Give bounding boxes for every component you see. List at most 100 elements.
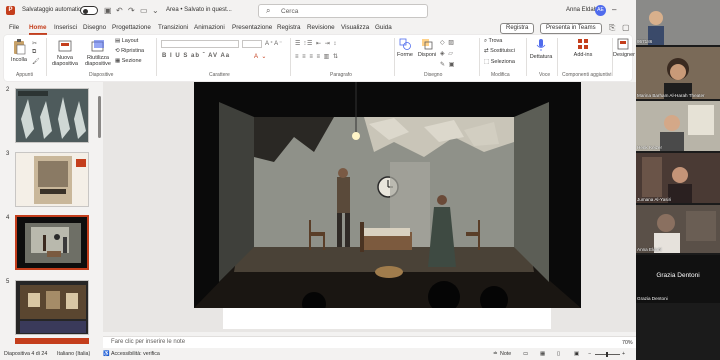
participants-panel: 957186 Marina Barham Al-Harah Theater He… [636, 0, 720, 360]
align-icons[interactable]: ≡ ≡ ≡ ≡ ▥ ⇅ [295, 53, 339, 60]
slide-sorter-icon[interactable]: ▦ [540, 351, 545, 357]
font-size-select[interactable] [242, 40, 262, 48]
slide-thumbnail-2[interactable] [15, 88, 89, 143]
layout-button[interactable]: ▤ Layout [115, 38, 138, 44]
participant-tile[interactable]: Henk Keizer [636, 101, 720, 151]
addins-button[interactable]: Add-ins [570, 38, 596, 58]
shape-effects-icon[interactable]: ✎ ▣ [440, 61, 455, 68]
replace-button[interactable]: ⇄ Sostituisci [484, 48, 515, 54]
avatar[interactable]: AE [595, 5, 606, 16]
tab-design[interactable]: Progettazione [112, 24, 151, 31]
shapes-label: Forme [397, 52, 413, 58]
tab-home[interactable]: Home [29, 24, 47, 35]
undo-icon[interactable]: ↶ [116, 6, 123, 15]
language-indicator[interactable]: Italiano (Italia) [57, 351, 90, 357]
notes-toggle[interactable]: Note [500, 351, 511, 357]
powerpoint-window: P Salvataggio automatico ▣ ↶ ↷ ▭ ⌄ Area … [0, 0, 636, 360]
find-button[interactable]: ⌕ Trova [484, 38, 502, 45]
participant-tile[interactable]: 957186 [636, 0, 720, 45]
paste-button[interactable]: Incolla [8, 39, 30, 63]
layout-label: Layout [121, 38, 139, 44]
minimize-icon[interactable]: – [612, 5, 616, 14]
group-paragraph-label: Paragrafo [330, 72, 352, 78]
designer-button[interactable]: Designer [613, 38, 635, 58]
reuse-slides-button[interactable]: Riutilizza diapositive [82, 39, 114, 67]
font-family-select[interactable] [161, 40, 239, 48]
slideshow-icon[interactable]: ▣ [574, 351, 579, 357]
user-name[interactable]: Anna Eldahl [566, 7, 598, 13]
zoom-level[interactable]: 70% [622, 340, 633, 346]
participant-tile[interactable]: Anna Eldahl [636, 205, 720, 253]
tab-draw[interactable]: Disegno [83, 24, 106, 31]
status-bar: Diapositiva 4 di 24 Italiano (Italia) ♿ … [0, 349, 636, 360]
share-icon[interactable]: ⎘ [609, 23, 615, 32]
font-style-icons[interactable]: B I U S ab ˇ AV Aa [162, 53, 230, 59]
stage-photo[interactable] [194, 82, 581, 308]
font-size-grow-icon[interactable]: A⁺A⁻ [265, 40, 283, 47]
tab-help[interactable]: Guida [375, 24, 392, 31]
arrange-label: Disponi [417, 52, 437, 58]
slide-thumbnail-3[interactable] [15, 152, 89, 207]
autosave-toggle[interactable] [80, 6, 98, 15]
zoom-slider-thumb[interactable] [606, 352, 608, 357]
format-painter-icon[interactable]: 🖌 [32, 58, 41, 65]
tab-file[interactable]: File [9, 24, 19, 31]
tab-review[interactable]: Revisione [307, 24, 335, 31]
slide-thumbnail-5[interactable] [15, 280, 89, 335]
document-title[interactable]: Area • Salvato in quest... [166, 7, 232, 13]
shape-fill-icon[interactable]: ◈ ▱ [440, 50, 454, 57]
record-button[interactable]: Registra [500, 23, 535, 34]
tab-insert[interactable]: Inserisci [54, 24, 77, 31]
participant-tile[interactable]: Jumana Al-Yasiri [636, 153, 720, 203]
tab-view[interactable]: Visualizza [341, 24, 369, 31]
dictate-button[interactable]: Dettatura [528, 38, 554, 60]
slide-thumbnail-4[interactable] [15, 215, 89, 270]
arrange-button[interactable]: Disponi [416, 38, 438, 58]
font-color-icon[interactable]: A ⌄ [254, 53, 267, 60]
list-icons[interactable]: ☰ ⁝☰ ⇤ ⇥ ↕ [295, 40, 337, 47]
tab-slideshow[interactable]: Presentazione [232, 24, 272, 31]
cut-icon[interactable]: ✂ [32, 40, 38, 47]
notes-icon[interactable]: ≐ [493, 351, 497, 357]
copy-icon[interactable]: ⧉ [32, 49, 37, 56]
tab-animations[interactable]: Animazioni [194, 24, 225, 31]
current-slide[interactable] [194, 82, 581, 308]
participant-tile[interactable]: Marina Barham Al-Harah Theater [636, 47, 720, 99]
tab-record[interactable]: Registra [277, 24, 300, 31]
slide-5-image [16, 281, 88, 334]
autosave-label: Salvataggio automatico [22, 7, 85, 13]
shapes-button[interactable]: Forme [396, 38, 414, 58]
present-in-teams-button[interactable]: Presenta in Teams [540, 23, 602, 34]
slide-number: 5 [6, 279, 10, 285]
slide-thumbnail-6-peek[interactable] [15, 338, 89, 344]
search-box[interactable]: ⌕ Cerca [258, 4, 428, 18]
dictate-label: Dettatura [529, 54, 553, 60]
section-icon: ▦ [115, 58, 122, 64]
accessibility-icon[interactable]: ♿ [103, 351, 110, 357]
zoom-out-icon[interactable]: − [588, 351, 591, 357]
shapes-icon [399, 38, 411, 50]
reset-button[interactable]: ⟲ Ripristina [115, 48, 144, 54]
tab-transitions[interactable]: Transizioni [158, 24, 188, 31]
new-slide-button[interactable]: Nuova diapositiva [50, 39, 80, 67]
customize-toolbar-icon[interactable]: ⌄ [152, 6, 159, 15]
accessibility-status[interactable]: Accessibilità: verifica [111, 351, 160, 357]
thumbnails-scrollbar[interactable] [98, 96, 101, 138]
comments-icon[interactable]: ▢ [622, 23, 630, 32]
start-from-beginning-icon[interactable]: ▭ [140, 6, 148, 15]
notes-pane[interactable]: Fare clic per inserire le note [103, 336, 636, 348]
group-clipboard-label: Appunti [16, 72, 33, 78]
section-button[interactable]: ▦ Sezione [115, 58, 142, 64]
participant-tile-camera-off[interactable]: Grazia Dentoni [636, 255, 720, 303]
addins-icon [578, 39, 588, 49]
quick-styles-icon[interactable]: ◇ ▨ [440, 39, 455, 46]
normal-view-icon[interactable]: ▭ [523, 351, 528, 357]
participant-video [636, 205, 720, 253]
participant-name: Grazia Dentoni [637, 296, 668, 301]
select-button[interactable]: ⬚ Seleziona [484, 59, 515, 65]
group-slides-label: Diapositive [89, 72, 114, 78]
zoom-in-icon[interactable]: + [622, 351, 625, 357]
redo-icon[interactable]: ↷ [128, 6, 135, 15]
reading-view-icon[interactable]: ▯ [557, 351, 560, 357]
save-icon[interactable]: ▣ [104, 6, 112, 15]
